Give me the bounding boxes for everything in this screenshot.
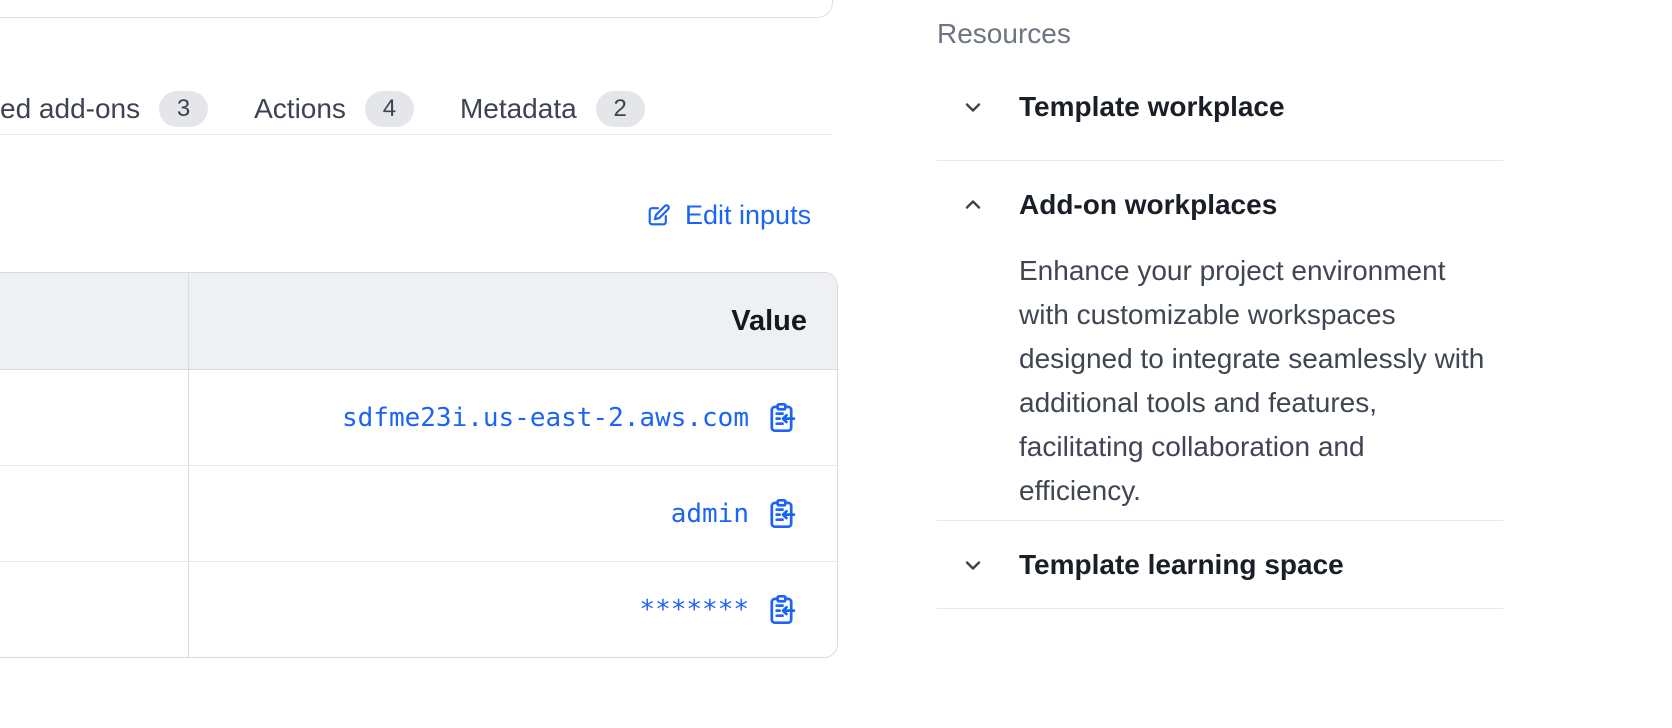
input-value-hostname: sdfme23i.us-east-2.aws.com: [342, 403, 749, 433]
accordion-section-body: Enhance your project environment with cu…: [1019, 249, 1519, 513]
body-text-line: designed to integrate seamlessly with: [1019, 337, 1519, 381]
page: ed add-ons 3 Actions 4 Metadata 2 Edit i…: [0, 0, 1672, 728]
tab-included-add-ons[interactable]: ed add-ons 3: [0, 91, 208, 127]
table-header-key-cell: [0, 273, 189, 369]
accordion-section-template-learning-space: Template learning space: [937, 521, 1503, 609]
edit-inputs-label: Edit inputs: [685, 200, 811, 231]
resources-title: Resources: [937, 14, 1503, 54]
chevron-up-icon: [961, 193, 985, 217]
body-text-line: additional tools and features,: [1019, 381, 1519, 425]
input-value-password-masked: *******: [639, 595, 749, 625]
clipboard-copy-icon: [766, 498, 797, 529]
copy-value-button[interactable]: [766, 402, 797, 433]
clipboard-copy-icon: [766, 594, 797, 625]
table-row: sdfme23i.us-east-2.aws.com: [0, 370, 837, 465]
card-above-bottom-edge: [0, 0, 833, 18]
body-text-line: efficiency.: [1019, 469, 1519, 513]
chevron-down-icon: [961, 553, 985, 577]
accordion-section-label: Template learning space: [1019, 549, 1344, 581]
inputs-table: Value sdfme23i.us-east-2.aws.com: [0, 272, 838, 658]
tabs-divider: [0, 134, 833, 135]
accordion-section-label: Add-on workplaces: [1019, 189, 1277, 221]
tab-count-badge: 4: [365, 91, 414, 127]
accordion-toggle-template-workplace[interactable]: Template workplace: [961, 54, 1503, 160]
table-key-cell: [0, 466, 189, 561]
table-row: admin: [0, 465, 837, 561]
tab-count-badge: 3: [159, 91, 208, 127]
accordion-toggle-add-on-workplaces[interactable]: Add-on workplaces: [961, 161, 1503, 249]
accordion-section-label: Template workplace: [1019, 91, 1285, 123]
table-header-row: Value: [0, 273, 837, 370]
accordion-section-template-workplace: Template workplace: [937, 54, 1503, 161]
tab-label: Actions: [254, 93, 346, 125]
table-header-value-cell: Value: [189, 273, 837, 369]
edit-inputs-button[interactable]: Edit inputs: [645, 192, 811, 238]
table-value-cell: admin: [189, 466, 837, 561]
accordion-section-add-on-workplaces: Add-on workplaces Enhance your project e…: [937, 161, 1503, 521]
body-text-line: Enhance your project environment: [1019, 249, 1519, 293]
table-row: *******: [0, 561, 837, 657]
table-value-cell: *******: [189, 562, 837, 657]
tab-actions[interactable]: Actions 4: [254, 91, 414, 127]
tab-bar: ed add-ons 3 Actions 4 Metadata 2: [0, 82, 833, 135]
copy-value-button[interactable]: [766, 594, 797, 625]
tab-label: ed add-ons: [0, 93, 140, 125]
body-text-line: with customizable workspaces: [1019, 293, 1519, 337]
table-key-cell: [0, 370, 189, 465]
accordion-toggle-template-learning-space[interactable]: Template learning space: [961, 521, 1503, 608]
resources-panel: Resources Template workplace Add-on work: [937, 14, 1503, 609]
clipboard-copy-icon: [766, 402, 797, 433]
table-key-cell: [0, 562, 189, 657]
chevron-down-icon: [961, 95, 985, 119]
tab-metadata[interactable]: Metadata 2: [460, 91, 645, 127]
tab-label: Metadata: [460, 93, 577, 125]
copy-value-button[interactable]: [766, 498, 797, 529]
input-value-username: admin: [671, 499, 749, 529]
table-value-cell: sdfme23i.us-east-2.aws.com: [189, 370, 837, 465]
edit-pencil-icon: [645, 202, 672, 229]
value-column-header: Value: [731, 305, 807, 338]
body-text-line: facilitating collaboration and: [1019, 425, 1519, 469]
tab-count-badge: 2: [596, 91, 645, 127]
